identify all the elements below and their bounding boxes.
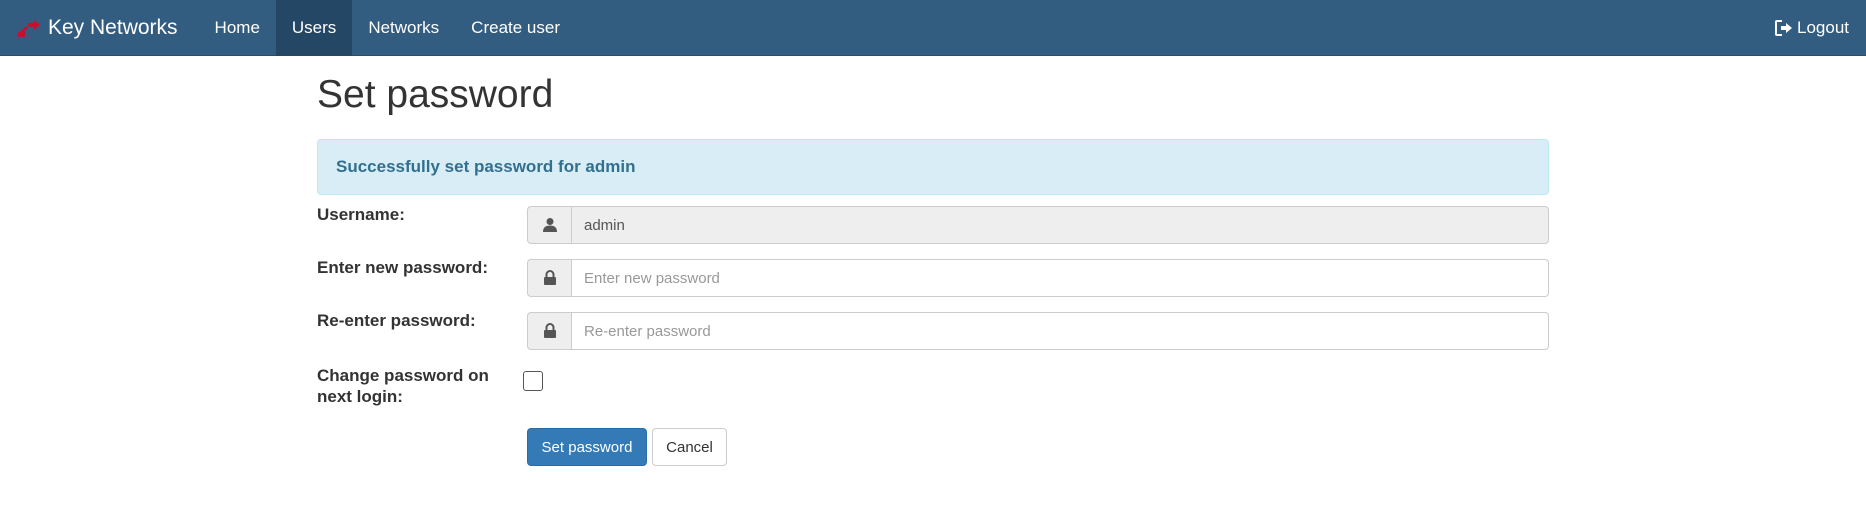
change-on-login-checkbox[interactable] [523,371,543,391]
key-networks-logo-icon [16,17,42,39]
change-on-login-label-line1: Change password on [317,366,489,385]
change-on-login-label-line2: next login: [317,387,403,406]
lock-icon [527,259,571,297]
username-field[interactable] [571,206,1549,244]
brand-link[interactable]: Key Networks [0,0,193,56]
logout-icon [1775,19,1793,36]
nav-item-users[interactable]: Users [275,0,353,56]
top-navbar: Key Networks Home Users Networks Create … [0,0,1866,56]
new-password-label: Enter new password: [317,258,488,277]
reenter-password-field[interactable] [571,312,1549,350]
new-password-field[interactable] [571,259,1549,297]
reenter-password-label: Re-enter password: [317,311,476,330]
alert-message: Successfully set password for admin [336,157,636,176]
brand-name: Key Networks [48,16,178,39]
set-password-button[interactable]: Set password [527,428,647,466]
cancel-button[interactable]: Cancel [652,428,727,466]
user-icon [527,206,571,244]
nav-item-networks[interactable]: Networks [352,0,455,56]
main-content: Set password Successfully set password f… [317,56,1549,466]
nav-item-home[interactable]: Home [199,0,276,56]
logout-label: Logout [1797,17,1849,37]
username-input-group [527,206,1549,244]
reenter-password-input-group [527,312,1549,350]
new-password-input-group [527,259,1549,297]
main-nav: Home Users Networks Create user [199,0,576,56]
nav-item-create-user[interactable]: Create user [455,0,576,56]
success-alert: Successfully set password for admin [317,139,1549,195]
page-title: Set password [317,73,554,116]
logout-link[interactable]: Logout [1775,0,1866,55]
username-label: Username: [317,205,405,224]
change-on-login-label: Change password on next login: [317,365,517,407]
lock-icon [527,312,571,350]
